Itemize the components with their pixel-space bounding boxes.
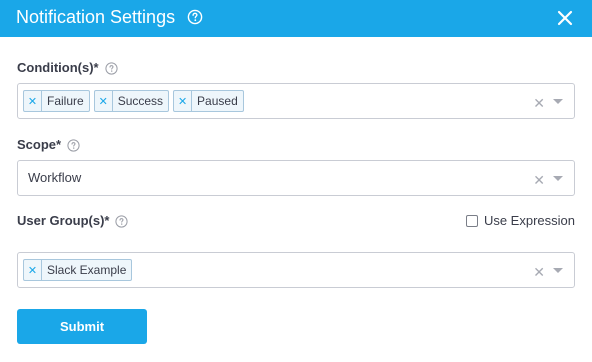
help-circle-icon[interactable]	[115, 214, 129, 228]
remove-x-icon[interactable]: ✕	[95, 91, 113, 111]
chip-success: ✕ Success	[93, 90, 170, 112]
help-circle-icon[interactable]	[67, 138, 80, 152]
use-expression-toggle[interactable]: Use Expression	[465, 213, 575, 228]
clear-x-icon[interactable]: ✕	[533, 172, 545, 189]
chip-label: Paused	[197, 94, 238, 108]
notification-settings-dialog: Notification Settings Condition(s)* ✕ Fa…	[0, 0, 592, 362]
chevron-down-icon[interactable]	[553, 176, 563, 181]
clear-x-icon[interactable]: ✕	[533, 264, 545, 281]
chip-label: Slack Example	[47, 263, 127, 277]
conditions-label: Condition(s)*	[17, 60, 118, 76]
scope-label: Scope*	[17, 137, 80, 153]
chip-slack-example: ✕ Slack Example	[23, 259, 133, 281]
scope-select[interactable]: Workflow ✕	[17, 160, 575, 196]
help-circle-icon[interactable]	[104, 61, 118, 75]
chip-paused: ✕ Paused	[173, 90, 244, 112]
user-groups-label: User Group(s)*	[17, 213, 129, 229]
clear-x-icon[interactable]: ✕	[533, 95, 545, 112]
chip-label: Failure	[47, 94, 84, 108]
use-expression-checkbox[interactable]	[465, 214, 478, 227]
chevron-down-icon[interactable]	[553, 268, 563, 273]
conditions-chip-list: ✕ Failure ✕ Success ✕ Paused	[23, 90, 244, 112]
remove-x-icon[interactable]: ✕	[24, 260, 42, 280]
chevron-down-icon[interactable]	[553, 99, 563, 104]
user-groups-multiselect[interactable]: ✕ Slack Example ✕	[17, 252, 575, 288]
use-expression-label: Use Expression	[483, 213, 575, 228]
submit-button[interactable]: Submit	[17, 309, 147, 344]
remove-x-icon[interactable]: ✕	[24, 91, 42, 111]
help-circle-icon[interactable]	[187, 9, 203, 30]
chip-failure: ✕ Failure	[23, 90, 90, 112]
chip-label: Success	[117, 94, 164, 108]
remove-x-icon[interactable]: ✕	[174, 91, 193, 111]
scope-selected-value: Workflow	[28, 170, 82, 185]
dialog-title: Notification Settings	[16, 7, 176, 27]
conditions-multiselect[interactable]: ✕ Failure ✕ Success ✕ Paused ✕	[17, 83, 575, 119]
close-icon[interactable]	[556, 9, 574, 32]
user-groups-chip-list: ✕ Slack Example	[23, 259, 133, 281]
dialog-header: Notification Settings	[0, 0, 592, 37]
